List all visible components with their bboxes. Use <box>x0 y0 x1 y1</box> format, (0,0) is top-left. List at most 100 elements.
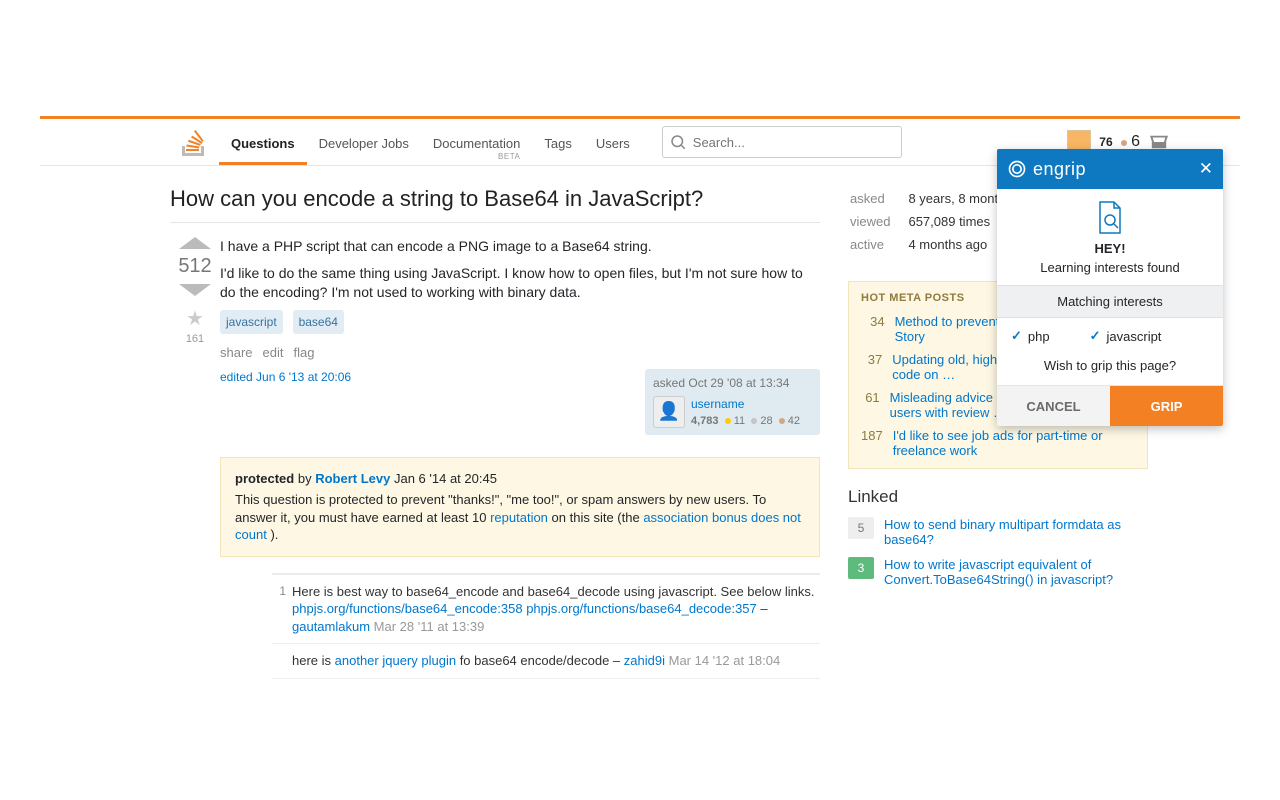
vote-column: 512 ★ 161 <box>170 237 220 688</box>
bronze-dot-icon <box>779 418 785 424</box>
question-score: 512 <box>170 255 220 278</box>
comment-score <box>272 687 292 688</box>
comment: Check microjs: microjs.com/#base64 – Vin… <box>272 678 820 688</box>
asker-gold: 11 <box>734 415 745 427</box>
meta-count: 187 <box>861 428 883 458</box>
interest-javascript: javascript <box>1107 329 1162 344</box>
comment-text: fo base64 encode/decode – <box>460 653 624 668</box>
linked-link[interactable]: How to send binary multipart formdata as… <box>884 517 1148 547</box>
matching-interests-heading: Matching interests <box>997 285 1223 318</box>
asker-silver: 28 <box>760 415 772 427</box>
asker-bronze: 42 <box>788 415 800 427</box>
linked-heading: Linked <box>848 487 1148 507</box>
stat-label: viewed <box>850 211 906 232</box>
comment-link[interactable]: phpjs.org/functions/base64_encode:358 <box>292 601 523 616</box>
check-icon: ✓ <box>1090 328 1101 344</box>
protected-msg2: on this site (the <box>552 510 644 525</box>
comment-dash: – <box>760 601 767 616</box>
asker-rep: 4,783 <box>691 415 719 427</box>
protected-by-user[interactable]: Robert Levy <box>315 471 390 486</box>
user-reputation: 76 <box>1099 135 1112 149</box>
popup-subtitle: Learning interests found <box>1040 260 1179 275</box>
question-title: How can you encode a string to Base64 in… <box>170 186 820 223</box>
stat-label: asked <box>850 188 906 209</box>
comment-link[interactable]: another jquery plugin <box>335 653 456 668</box>
grip-question: Wish to grip this page? <box>997 350 1223 385</box>
popup-close-icon[interactable]: ✕ <box>1199 159 1213 179</box>
protected-msg3: ). <box>270 527 278 542</box>
upvote-button[interactable] <box>179 237 211 249</box>
stackoverflow-logo-icon[interactable] <box>180 129 205 156</box>
tag-base64[interactable]: base64 <box>293 310 344 334</box>
silver-dot-icon <box>751 418 757 424</box>
linked-link[interactable]: How to write javascript equivalent of Co… <box>884 557 1148 587</box>
nav-tabs: Questions Developer Jobs Documentation B… <box>219 121 642 164</box>
search-box[interactable] <box>662 126 902 158</box>
comment-text: here is <box>292 653 335 668</box>
protected-notice: protected by Robert Levy Jan 6 '14 at 20… <box>220 457 820 557</box>
linked-item: 5 How to send binary multipart formdata … <box>848 517 1148 547</box>
comment-author[interactable]: gautamlakum <box>292 619 370 634</box>
grip-button[interactable]: GRIP <box>1110 386 1223 426</box>
comment-time: Mar 14 '12 at 18:04 <box>669 653 781 668</box>
linked-count: 5 <box>848 517 874 539</box>
engrip-logo-icon <box>1007 159 1027 179</box>
question-tags: javascript base64 <box>220 310 820 334</box>
question-actions: share edit flag <box>220 344 820 362</box>
check-icon: ✓ <box>1011 328 1022 344</box>
flag-link[interactable]: flag <box>294 344 315 362</box>
meta-link[interactable]: I'd like to see job ads for part-time or… <box>893 428 1135 458</box>
downvote-button[interactable] <box>179 284 211 296</box>
user-bronze-count: 6 <box>1131 133 1140 150</box>
favorite-count: 161 <box>170 333 220 345</box>
gold-dot-icon <box>725 418 731 424</box>
edited-link[interactable]: edited Jun 6 '13 at 20:06 <box>220 369 351 434</box>
search-input[interactable] <box>693 135 883 150</box>
bronze-dot-icon <box>1121 140 1127 146</box>
meta-count: 61 <box>861 390 880 420</box>
meta-count: 34 <box>861 314 885 344</box>
asker-avatar-icon[interactable]: 👤 <box>653 396 685 428</box>
search-icon <box>669 133 687 151</box>
comment-link[interactable]: phpjs.org/functions/base64_decode:357 <box>526 601 757 616</box>
asker-card: asked Oct 29 '08 at 13:34 👤 username 4,7… <box>645 369 820 434</box>
engrip-brand: engrip <box>1007 159 1086 180</box>
protected-by-word: by <box>298 471 312 486</box>
matching-interests: ✓ php ✓ javascript <box>997 318 1223 350</box>
asker-name[interactable]: username <box>691 397 744 411</box>
linked-count: 3 <box>848 557 874 579</box>
beta-label: BETA <box>498 152 520 161</box>
comment: 1 Here is best way to base64_encode and … <box>272 574 820 644</box>
comment: here is another jquery plugin fo base64 … <box>272 643 820 678</box>
asker-badges: 4,783 11 28 42 <box>691 414 800 429</box>
cancel-button[interactable]: CANCEL <box>997 386 1110 426</box>
interest-php: php <box>1028 329 1050 344</box>
nav-developer-jobs[interactable]: Developer Jobs <box>307 121 421 164</box>
engrip-brand-text: engrip <box>1033 159 1086 180</box>
engrip-popup: engrip ✕ HEY! Learning interests found M… <box>997 149 1223 426</box>
nav-tags[interactable]: Tags <box>532 121 583 164</box>
nav-documentation-label: Documentation <box>433 136 520 151</box>
popup-header: engrip ✕ <box>997 149 1223 189</box>
reputation-link[interactable]: reputation <box>490 510 548 525</box>
popup-hero: HEY! Learning interests found <box>997 189 1223 285</box>
popup-hey: HEY! <box>1005 241 1215 256</box>
protected-word: protected <box>235 471 294 486</box>
nav-documentation[interactable]: Documentation BETA <box>421 121 532 164</box>
comment-score <box>272 652 292 670</box>
nav-users[interactable]: Users <box>584 121 642 164</box>
meta-count: 37 <box>861 352 882 382</box>
favorite-star-icon[interactable]: ★ <box>170 306 220 331</box>
nav-questions[interactable]: Questions <box>219 121 307 164</box>
tag-javascript[interactable]: javascript <box>220 310 283 334</box>
comment-author[interactable]: zahid9i <box>624 653 665 668</box>
question-paragraph: I have a PHP script that can encode a PN… <box>220 237 820 256</box>
document-search-icon <box>1095 201 1125 235</box>
edit-link[interactable]: edit <box>263 344 284 362</box>
question-paragraph: I'd like to do the same thing using Java… <box>220 264 820 302</box>
share-link[interactable]: share <box>220 344 253 362</box>
stat-label: active <box>850 234 906 255</box>
comment-score: 1 <box>272 583 292 636</box>
asked-text: asked Oct 29 '08 at 13:34 <box>653 375 812 391</box>
comment-text: Here is best way to base64_encode and ba… <box>292 584 815 599</box>
